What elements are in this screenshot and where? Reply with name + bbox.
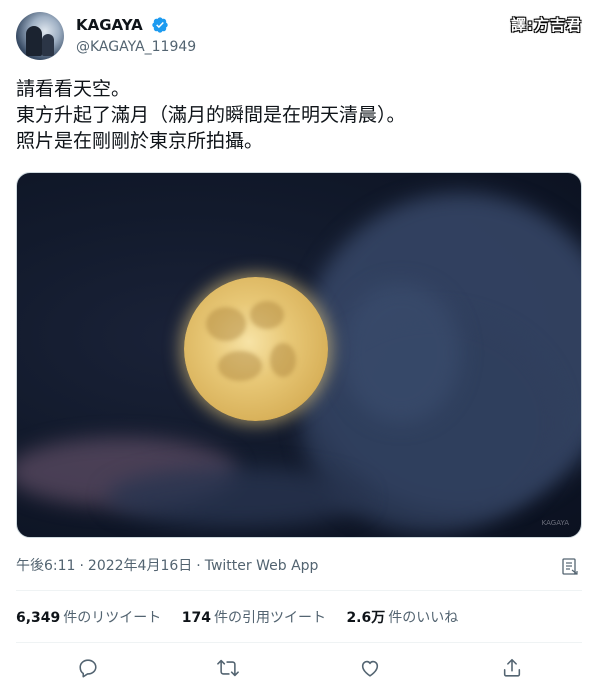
verified-badge-icon — [151, 16, 169, 34]
moon-mare — [206, 307, 246, 341]
like-count[interactable]: 2.6万 件のいいね — [346, 608, 458, 628]
stat-number: 6,349 — [16, 610, 61, 626]
tweet-text: 請看看天空。 東方升起了滿月（滿月的瞬間是在明天清晨）。 照片是在剛剛於東京所拍… — [16, 76, 582, 154]
tweet-source[interactable]: Twitter Web App — [205, 558, 319, 574]
stat-label: 件のリツイート — [63, 610, 162, 626]
tweet-time[interactable]: 午後6:11 — [16, 558, 75, 574]
tweet-meta: 午後6:11 · 2022年4月16日 · Twitter Web App — [16, 556, 318, 576]
meta-separator: · — [196, 558, 201, 574]
tweet-actions — [16, 654, 582, 684]
stat-number: 174 — [181, 610, 211, 626]
cloud — [107, 467, 367, 527]
reply-button[interactable] — [74, 654, 102, 682]
tweet-date[interactable]: 2022年4月16日 — [88, 558, 192, 574]
stat-number: 2.6万 — [346, 610, 386, 626]
avatar[interactable] — [16, 12, 64, 60]
moon-mare — [270, 343, 296, 377]
like-icon — [361, 660, 379, 677]
divider — [16, 642, 582, 643]
meta-separator: · — [79, 558, 84, 574]
share-icon — [503, 658, 521, 677]
tweet-photo[interactable]: KAGAYA — [16, 172, 582, 538]
tweet-stats: 6,349 件のリツイート 174 件の引用ツイート 2.6万 件のいいね — [16, 608, 474, 628]
quote-count[interactable]: 174 件の引用ツイート — [182, 608, 326, 628]
user-handle[interactable]: @KAGAYA_11949 — [76, 37, 196, 57]
full-moon — [184, 277, 328, 421]
stat-label: 件の引用ツイート — [213, 610, 326, 626]
retweet-icon — [217, 659, 239, 677]
tweet-header: KAGAYA @KAGAYA_11949 譯:方吉君 — [16, 12, 582, 62]
avatar-figure — [42, 34, 54, 56]
tweet-line: 照片是在剛剛於東京所拍攝。 — [16, 130, 264, 152]
translator-credit: 譯:方吉君 — [511, 16, 582, 34]
tweet-line: 請看看天空。 — [16, 78, 131, 100]
moon-mare — [250, 301, 284, 329]
stat-label: 件のいいね — [388, 610, 459, 626]
retweet-button[interactable] — [214, 654, 242, 682]
analytics-icon[interactable] — [562, 558, 578, 576]
avatar-figure — [26, 26, 42, 56]
share-button[interactable] — [498, 654, 526, 682]
tweet-line: 東方升起了滿月（滿月的瞬間是在明天清晨）。 — [16, 104, 406, 126]
divider — [16, 590, 582, 591]
moon-mare — [218, 351, 262, 381]
photo-watermark: KAGAYA — [541, 519, 569, 527]
user-info[interactable]: KAGAYA @KAGAYA_11949 — [76, 14, 196, 57]
display-name[interactable]: KAGAYA — [76, 15, 143, 35]
like-button[interactable] — [356, 654, 384, 682]
retweet-count[interactable]: 6,349 件のリツイート — [16, 608, 161, 628]
reply-icon — [79, 659, 97, 678]
cloud — [341, 283, 461, 423]
